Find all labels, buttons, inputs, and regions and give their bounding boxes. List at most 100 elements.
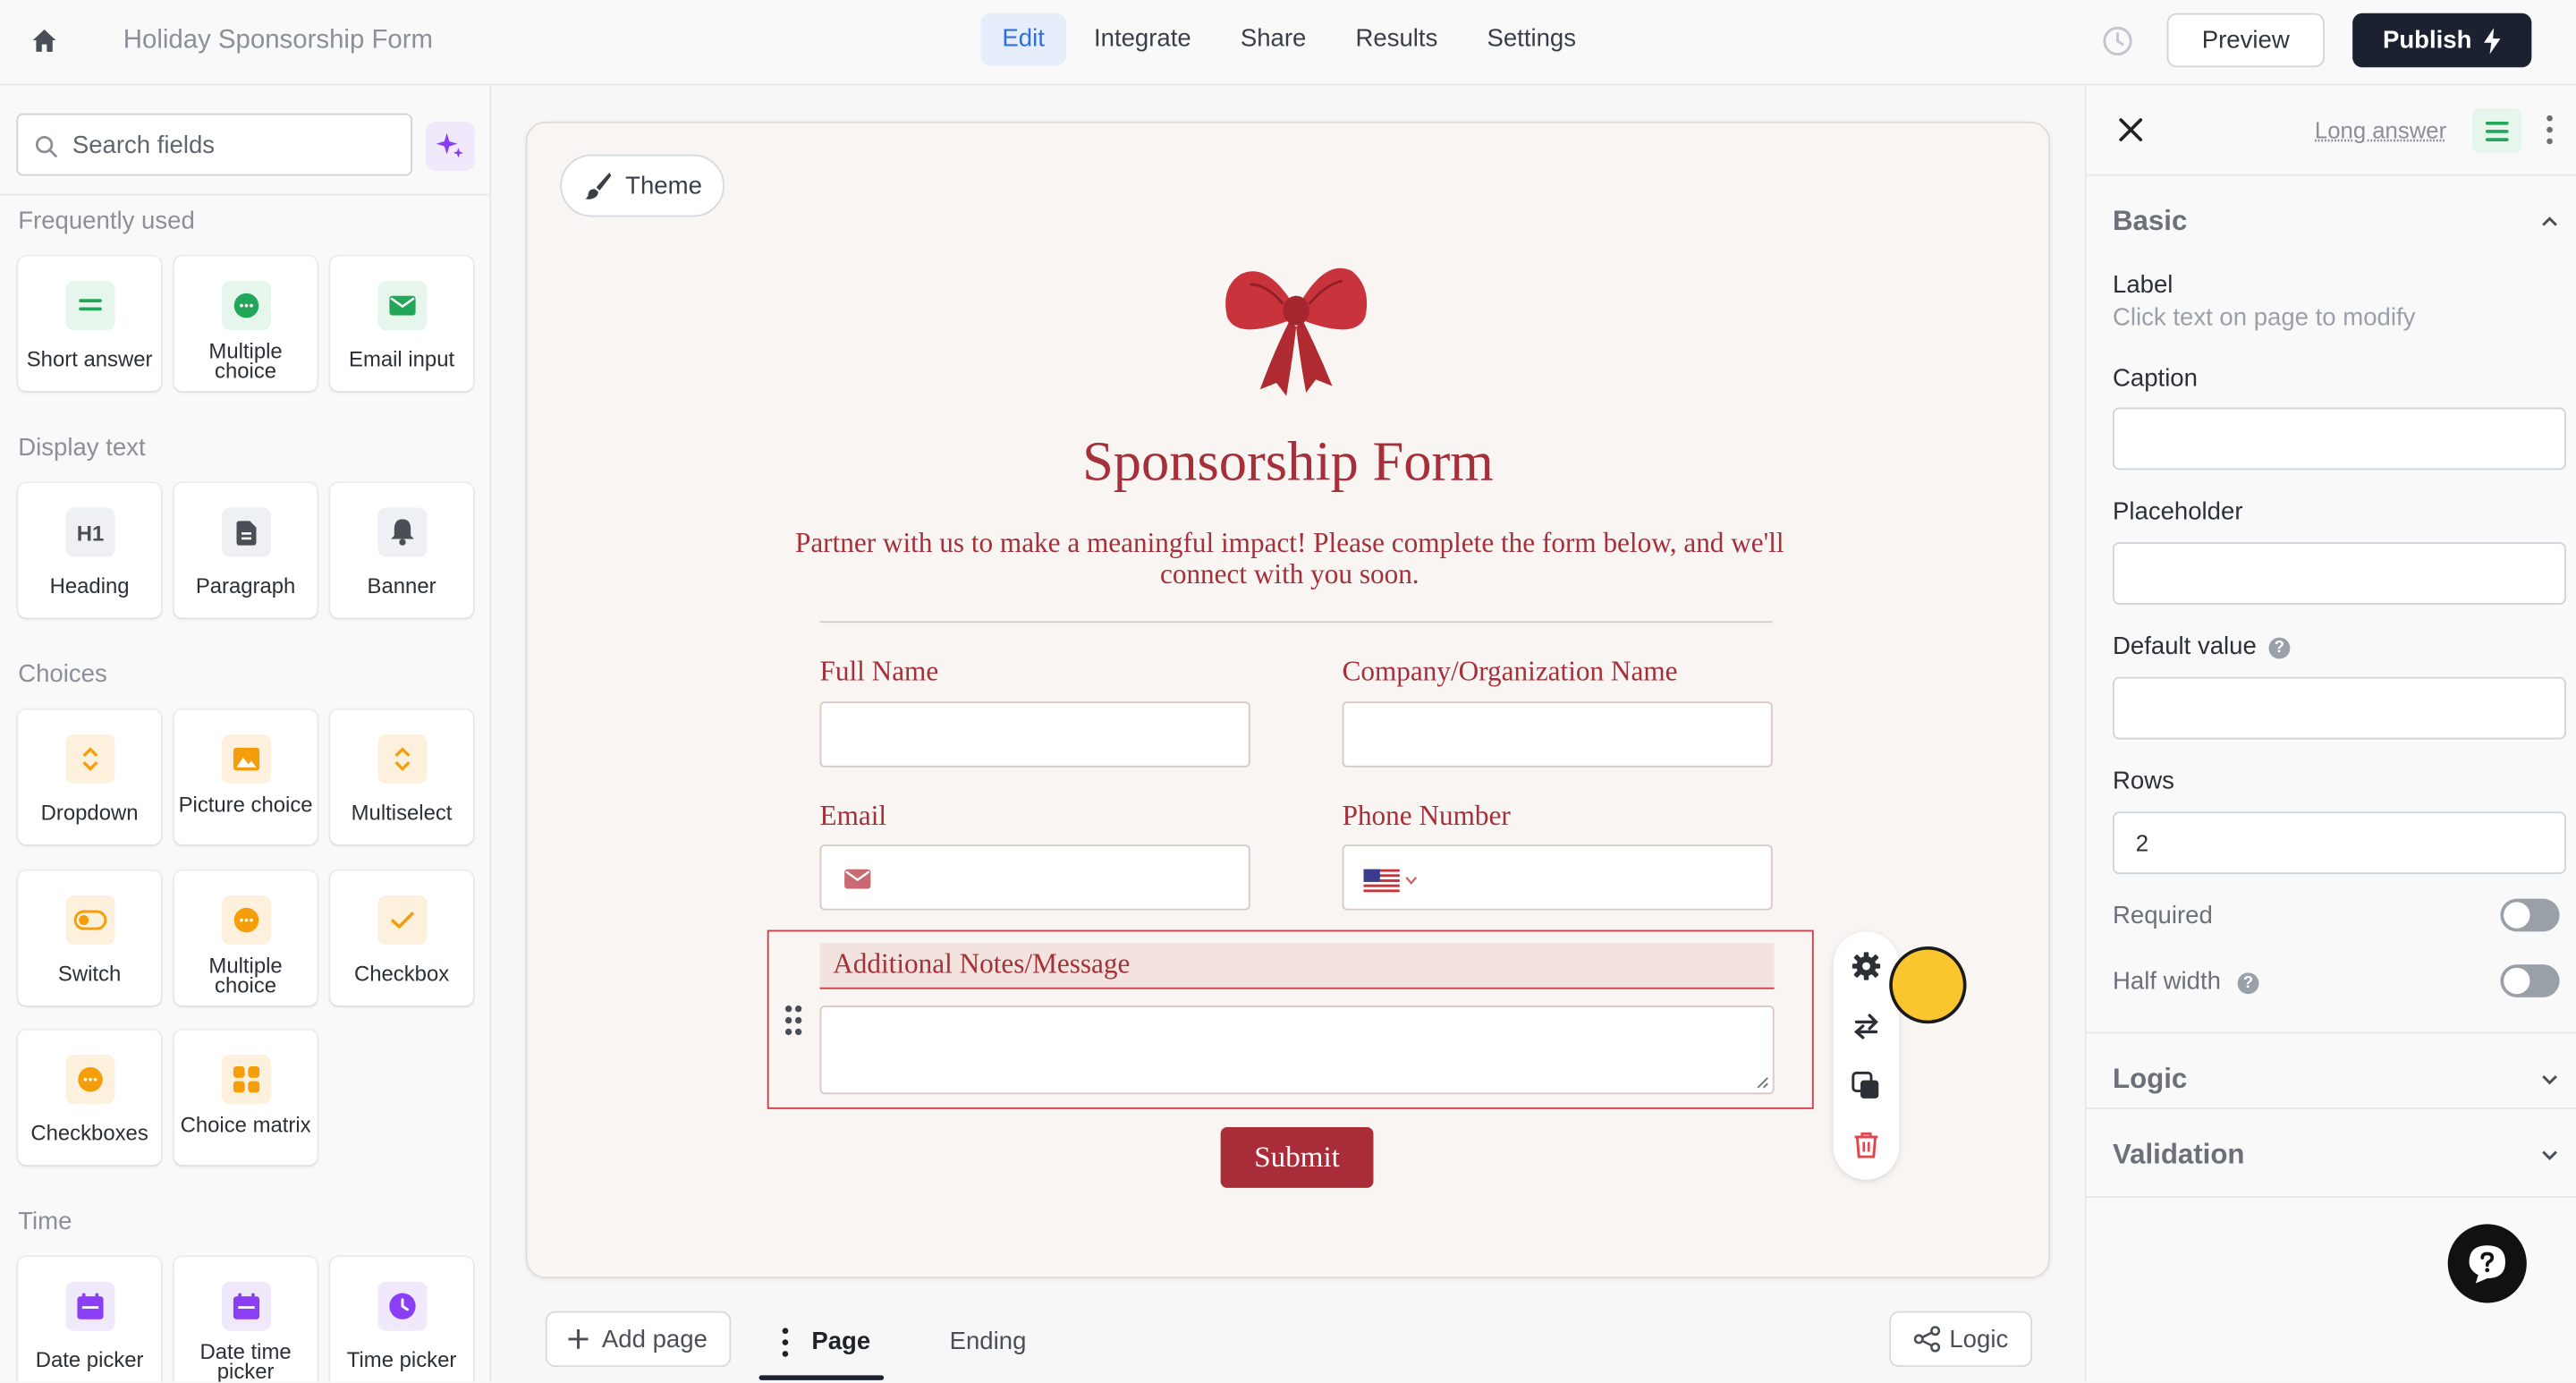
required-toggle[interactable] <box>2500 898 2560 932</box>
tab-page[interactable]: Page <box>758 1311 885 1380</box>
add-page-button[interactable]: Add page <box>545 1311 732 1368</box>
clock-icon[interactable] <box>2101 25 2134 58</box>
full-name-input[interactable] <box>819 701 1250 768</box>
field-checkboxes[interactable]: Checkboxes <box>18 1030 161 1166</box>
chevron-down-icon[interactable] <box>2540 1070 2560 1090</box>
short-answer-icon <box>65 281 115 331</box>
ai-sparkle-button[interactable] <box>425 121 475 172</box>
full-name-label[interactable]: Full Name <box>820 656 939 689</box>
notes-textarea[interactable] <box>819 1005 1775 1095</box>
notes-label[interactable]: Additional Notes/Message <box>819 943 1775 989</box>
basic-section-header[interactable]: Basic <box>2113 206 2187 239</box>
form-title[interactable]: Holiday Sponsorship Form <box>123 26 433 55</box>
drag-handle-icon[interactable] <box>782 1004 805 1037</box>
tile-label: Picture choice <box>178 792 313 817</box>
field-switch[interactable]: Switch <box>18 870 161 1006</box>
home-icon[interactable] <box>30 26 59 55</box>
help-icon[interactable]: ? <box>2268 637 2291 659</box>
field-heading[interactable]: H1 Heading <box>18 482 161 618</box>
default-value-label: Default value <box>2112 632 2257 661</box>
field-type-label[interactable]: Long answer <box>2315 116 2446 142</box>
section-display-text: Display text <box>18 433 146 462</box>
phone-field[interactable] <box>1342 844 1773 911</box>
submit-button[interactable]: Submit <box>1220 1126 1374 1188</box>
country-selector[interactable] <box>1363 869 1418 893</box>
tile-label: Checkbox <box>353 961 450 987</box>
plus-icon <box>569 1328 589 1349</box>
swap-icon[interactable] <box>1852 1012 1881 1041</box>
publish-button[interactable]: Publish <box>2352 13 2532 68</box>
chevron-up-icon[interactable] <box>2540 212 2560 232</box>
nav-results[interactable]: Results <box>1335 13 1460 66</box>
form-description[interactable]: Partner with us to make a meaningful imp… <box>790 528 1789 590</box>
email-label[interactable]: Email <box>820 800 887 833</box>
help-chat-icon <box>2469 1245 2505 1284</box>
company-input[interactable] <box>1342 701 1773 768</box>
form-divider <box>819 621 1773 624</box>
field-picture-choice[interactable]: Picture choice <box>174 709 318 845</box>
long-answer-icon[interactable] <box>2472 108 2522 153</box>
checkboxes-icon <box>65 1055 115 1105</box>
trash-icon[interactable] <box>1852 1131 1881 1160</box>
default-value-input[interactable] <box>2112 676 2566 740</box>
form-heading[interactable]: Sponsorship Form <box>528 432 2049 495</box>
gear-icon[interactable] <box>1852 951 1881 980</box>
field-choice-matrix[interactable]: Choice matrix <box>174 1030 318 1166</box>
preview-button[interactable]: Preview <box>2166 13 2325 68</box>
field-date-time-picker[interactable]: Date time picker <box>174 1257 318 1382</box>
chevron-down-icon[interactable] <box>2540 1145 2560 1165</box>
theme-button[interactable]: Theme <box>560 154 724 217</box>
help-icon[interactable]: ? <box>2237 972 2259 995</box>
us-flag-icon <box>1363 869 1400 893</box>
search-placeholder: Search fields <box>72 131 216 160</box>
field-email-input[interactable]: Email input <box>330 256 473 392</box>
support-chat-button[interactable] <box>2447 1224 2527 1303</box>
logic-section-header[interactable]: Logic <box>2113 1063 2187 1096</box>
company-label[interactable]: Company/Organization Name <box>1343 656 1678 689</box>
phone-label[interactable]: Phone Number <box>1343 800 1511 833</box>
field-checkbox[interactable]: Checkbox <box>330 870 473 1006</box>
selected-field-notes[interactable]: Additional Notes/Message <box>767 929 1814 1109</box>
placeholder-input[interactable] <box>2112 542 2566 605</box>
nav-edit[interactable]: Edit <box>980 13 1066 66</box>
calendar-icon <box>221 1281 272 1331</box>
more-options-icon[interactable] <box>2546 115 2553 145</box>
nav-settings[interactable]: Settings <box>1466 13 1597 66</box>
field-banner[interactable]: Banner <box>330 482 473 618</box>
form-canvas: Theme Sponsorship Form Partner with us t… <box>525 121 2051 1278</box>
duplicate-icon[interactable] <box>1852 1071 1881 1101</box>
field-time-picker[interactable]: Time picker <box>330 1257 473 1382</box>
field-date-picker[interactable]: Date picker <box>18 1257 161 1382</box>
tile-label: Time picker <box>346 1347 457 1372</box>
email-field[interactable] <box>819 844 1250 911</box>
panel-divider <box>2086 174 2576 176</box>
label-hint: Click text on page to modify <box>2112 303 2416 333</box>
paragraph-icon <box>221 507 272 557</box>
multiple-choice-icon <box>221 895 272 946</box>
field-multiselect[interactable]: Multiselect <box>330 709 473 845</box>
nav-integrate[interactable]: Integrate <box>1072 13 1213 66</box>
field-multiple-choice-2[interactable]: Multiple choice <box>174 870 318 1006</box>
nav-share[interactable]: Share <box>1219 13 1327 66</box>
resize-handle-icon[interactable] <box>1756 1076 1769 1090</box>
field-paragraph[interactable]: Paragraph <box>174 482 318 618</box>
tile-label: Heading <box>49 573 130 598</box>
sparkle-icon <box>436 132 463 158</box>
field-dropdown[interactable]: Dropdown <box>18 709 161 845</box>
rows-input[interactable]: 2 <box>2112 811 2566 875</box>
tile-label: Switch <box>57 961 122 987</box>
search-input[interactable]: Search fields <box>16 113 413 176</box>
validation-section-header[interactable]: Validation <box>2113 1139 2244 1172</box>
tile-label: Checkboxes <box>30 1120 148 1146</box>
tile-label: Banner <box>367 573 436 598</box>
field-short-answer[interactable]: Short answer <box>18 256 161 392</box>
caption-label: Caption <box>2112 364 2198 393</box>
tab-ending[interactable]: Ending <box>950 1328 1027 1355</box>
label-title: Label <box>2112 271 2174 300</box>
logic-button[interactable]: Logic <box>1889 1311 2032 1368</box>
vertical-dots-icon[interactable] <box>782 1328 789 1357</box>
close-icon[interactable] <box>2118 116 2144 142</box>
half-width-toggle[interactable] <box>2500 964 2560 997</box>
field-multiple-choice[interactable]: Multiple choice <box>174 256 318 392</box>
caption-input[interactable] <box>2112 407 2566 471</box>
